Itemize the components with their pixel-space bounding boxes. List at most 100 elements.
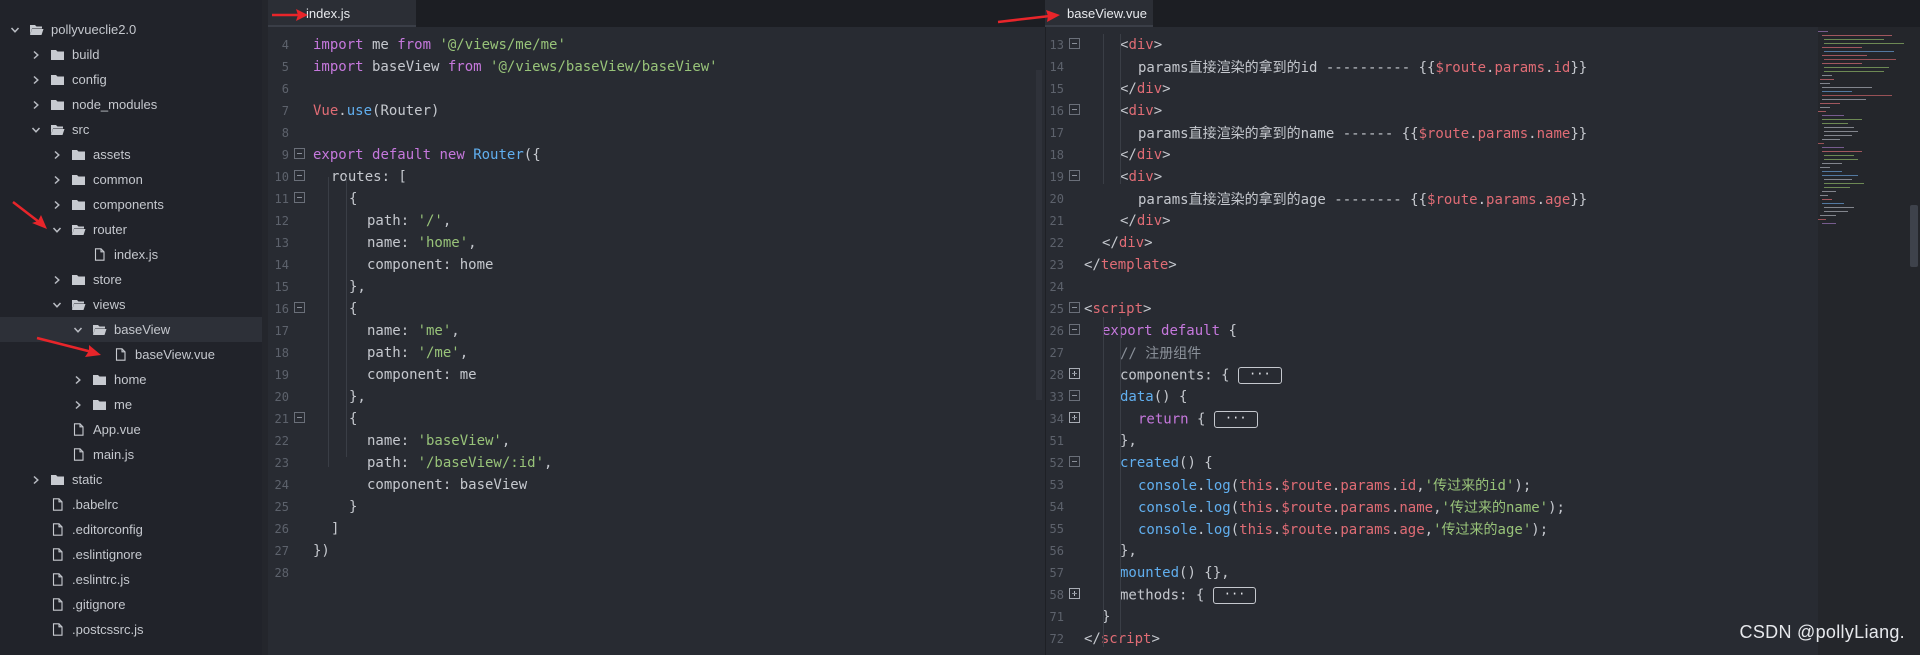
- code-line[interactable]: 11 {: [268, 188, 1045, 210]
- chevron-down-icon[interactable]: [50, 298, 64, 312]
- code-line[interactable]: 17 name: 'me',: [268, 320, 1045, 342]
- code-line[interactable]: 13 <div>: [1046, 34, 1818, 56]
- code-line[interactable]: 7 Vue.use(Router): [268, 100, 1045, 122]
- chevron-right-icon[interactable]: [50, 273, 64, 287]
- collapse-fold-icon[interactable]: [294, 412, 305, 423]
- code-line[interactable]: 26 export default {: [1046, 320, 1818, 342]
- expand-fold-icon[interactable]: [1069, 368, 1080, 379]
- file-item[interactable]: App.vue: [0, 417, 268, 442]
- right-editor-scrollbar[interactable]: [1910, 205, 1918, 267]
- expand-fold-icon[interactable]: [1069, 588, 1080, 599]
- code-line[interactable]: 22 name: 'baseView',: [268, 430, 1045, 452]
- code-line[interactable]: 24: [1046, 276, 1818, 298]
- code-line[interactable]: 33 data() {: [1046, 386, 1818, 408]
- code-line[interactable]: 25 <script>: [1046, 298, 1818, 320]
- folder-item[interactable]: src: [0, 117, 268, 142]
- code-line[interactable]: 52 created() {: [1046, 452, 1818, 474]
- chevron-down-icon[interactable]: [29, 123, 43, 137]
- folder-item[interactable]: node_modules: [0, 92, 268, 117]
- collapse-fold-icon[interactable]: [1069, 38, 1080, 49]
- code-line[interactable]: 19 component: me: [268, 364, 1045, 386]
- folder-item[interactable]: pollyvueclie2.0: [0, 17, 268, 42]
- folder-item[interactable]: assets: [0, 142, 268, 167]
- file-item[interactable]: .eslintignore: [0, 542, 268, 567]
- code-line[interactable]: 56},: [1046, 540, 1818, 562]
- folder-item[interactable]: static: [0, 467, 268, 492]
- code-line[interactable]: 54 console.log(this.$route.params.name,'传…: [1046, 496, 1818, 518]
- collapse-fold-icon[interactable]: [294, 170, 305, 181]
- collapse-fold-icon[interactable]: [294, 148, 305, 159]
- chevron-right-icon[interactable]: [29, 473, 43, 487]
- chevron-right-icon[interactable]: [50, 173, 64, 187]
- file-item[interactable]: .gitignore: [0, 592, 268, 617]
- code-line[interactable]: 51},: [1046, 430, 1818, 452]
- folder-item[interactable]: store: [0, 267, 268, 292]
- code-line[interactable]: 34 return { ···: [1046, 408, 1818, 430]
- collapse-fold-icon[interactable]: [1069, 302, 1080, 313]
- file-item[interactable]: .eslintrc.js: [0, 567, 268, 592]
- code-line[interactable]: 10 routes: [: [268, 166, 1045, 188]
- code-line[interactable]: 26]: [268, 518, 1045, 540]
- file-item[interactable]: main.js: [0, 442, 268, 467]
- code-line[interactable]: 8: [268, 122, 1045, 144]
- collapse-fold-icon[interactable]: [1069, 170, 1080, 181]
- code-line[interactable]: 23 </template>: [1046, 254, 1818, 276]
- expand-fold-icon[interactable]: [1069, 412, 1080, 423]
- code-line[interactable]: 16 {: [268, 298, 1045, 320]
- code-line[interactable]: 14 component: home: [268, 254, 1045, 276]
- collapse-fold-icon[interactable]: [1069, 104, 1080, 115]
- code-line[interactable]: 5 import baseView from '@/views/baseView/…: [268, 56, 1045, 78]
- code-line[interactable]: 15 </div>: [1046, 78, 1818, 100]
- chevron-right-icon[interactable]: [71, 398, 85, 412]
- code-line[interactable]: 55 console.log(this.$route.params.age,'传过…: [1046, 518, 1818, 540]
- code-line[interactable]: 27 // 注册组件: [1046, 342, 1818, 364]
- code-line[interactable]: 53 console.log(this.$route.params.id,'传过来…: [1046, 474, 1818, 496]
- chevron-down-icon[interactable]: [8, 23, 22, 37]
- code-line[interactable]: 13 name: 'home',: [268, 232, 1045, 254]
- file-item[interactable]: index.js: [0, 242, 268, 267]
- code-line[interactable]: 22 </div>: [1046, 232, 1818, 254]
- collapse-fold-icon[interactable]: [1069, 456, 1080, 467]
- chevron-right-icon[interactable]: [29, 98, 43, 112]
- collapse-fold-icon[interactable]: [294, 302, 305, 313]
- code-line[interactable]: 18 path: '/me',: [268, 342, 1045, 364]
- folder-item[interactable]: home: [0, 367, 268, 392]
- code-line[interactable]: 6: [268, 78, 1045, 100]
- editor-pane-baseview-vue[interactable]: 13 <div> 14 params直接渲染的拿到的id ---------- {{$…: [1045, 27, 1818, 655]
- folder-item[interactable]: config: [0, 67, 268, 92]
- code-line[interactable]: 28 components: { ···: [1046, 364, 1818, 386]
- chevron-right-icon[interactable]: [29, 48, 43, 62]
- collapse-fold-icon[interactable]: [1069, 324, 1080, 335]
- code-line[interactable]: 16 <div>: [1046, 100, 1818, 122]
- code-line[interactable]: 58 methods: { ···: [1046, 584, 1818, 606]
- code-line[interactable]: 21 </div>: [1046, 210, 1818, 232]
- code-line[interactable]: 27}): [268, 540, 1045, 562]
- code-line[interactable]: 18 </div>: [1046, 144, 1818, 166]
- code-line[interactable]: 20 params直接渲染的拿到的age -------- {{$route.pa…: [1046, 188, 1818, 210]
- chevron-right-icon[interactable]: [29, 73, 43, 87]
- code-line[interactable]: 28: [268, 562, 1045, 584]
- code-line[interactable]: 21 {: [268, 408, 1045, 430]
- editor-pane-index-js[interactable]: 4 import me from '@/views/me/me' 5 import b…: [268, 27, 1045, 655]
- chevron-right-icon[interactable]: [71, 373, 85, 387]
- chevron-right-icon[interactable]: [50, 148, 64, 162]
- minimap[interactable]: [1818, 27, 1904, 627]
- chevron-right-icon[interactable]: [50, 198, 64, 212]
- folder-item[interactable]: views: [0, 292, 268, 317]
- folder-item[interactable]: build: [0, 42, 268, 67]
- folder-item[interactable]: common: [0, 167, 268, 192]
- chevron-down-icon[interactable]: [50, 223, 64, 237]
- collapsed-region-button[interactable]: ···: [1213, 410, 1258, 428]
- collapsed-region-button[interactable]: ···: [1238, 366, 1282, 384]
- code-line[interactable]: 57 mounted() {},: [1046, 562, 1818, 584]
- collapsed-region-button[interactable]: ···: [1212, 586, 1257, 604]
- code-line[interactable]: 71}: [1046, 606, 1818, 628]
- code-line[interactable]: 12 path: '/',: [268, 210, 1045, 232]
- left-editor-scrollbar[interactable]: [1036, 70, 1042, 400]
- code-line[interactable]: 4 import me from '@/views/me/me': [268, 34, 1045, 56]
- folder-item[interactable]: me: [0, 392, 268, 417]
- code-line[interactable]: 14 params直接渲染的拿到的id ---------- {{$route.p…: [1046, 56, 1818, 78]
- collapse-fold-icon[interactable]: [1069, 390, 1080, 401]
- code-line[interactable]: 20},: [268, 386, 1045, 408]
- code-line[interactable]: 23 path: '/baseView/:id',: [268, 452, 1045, 474]
